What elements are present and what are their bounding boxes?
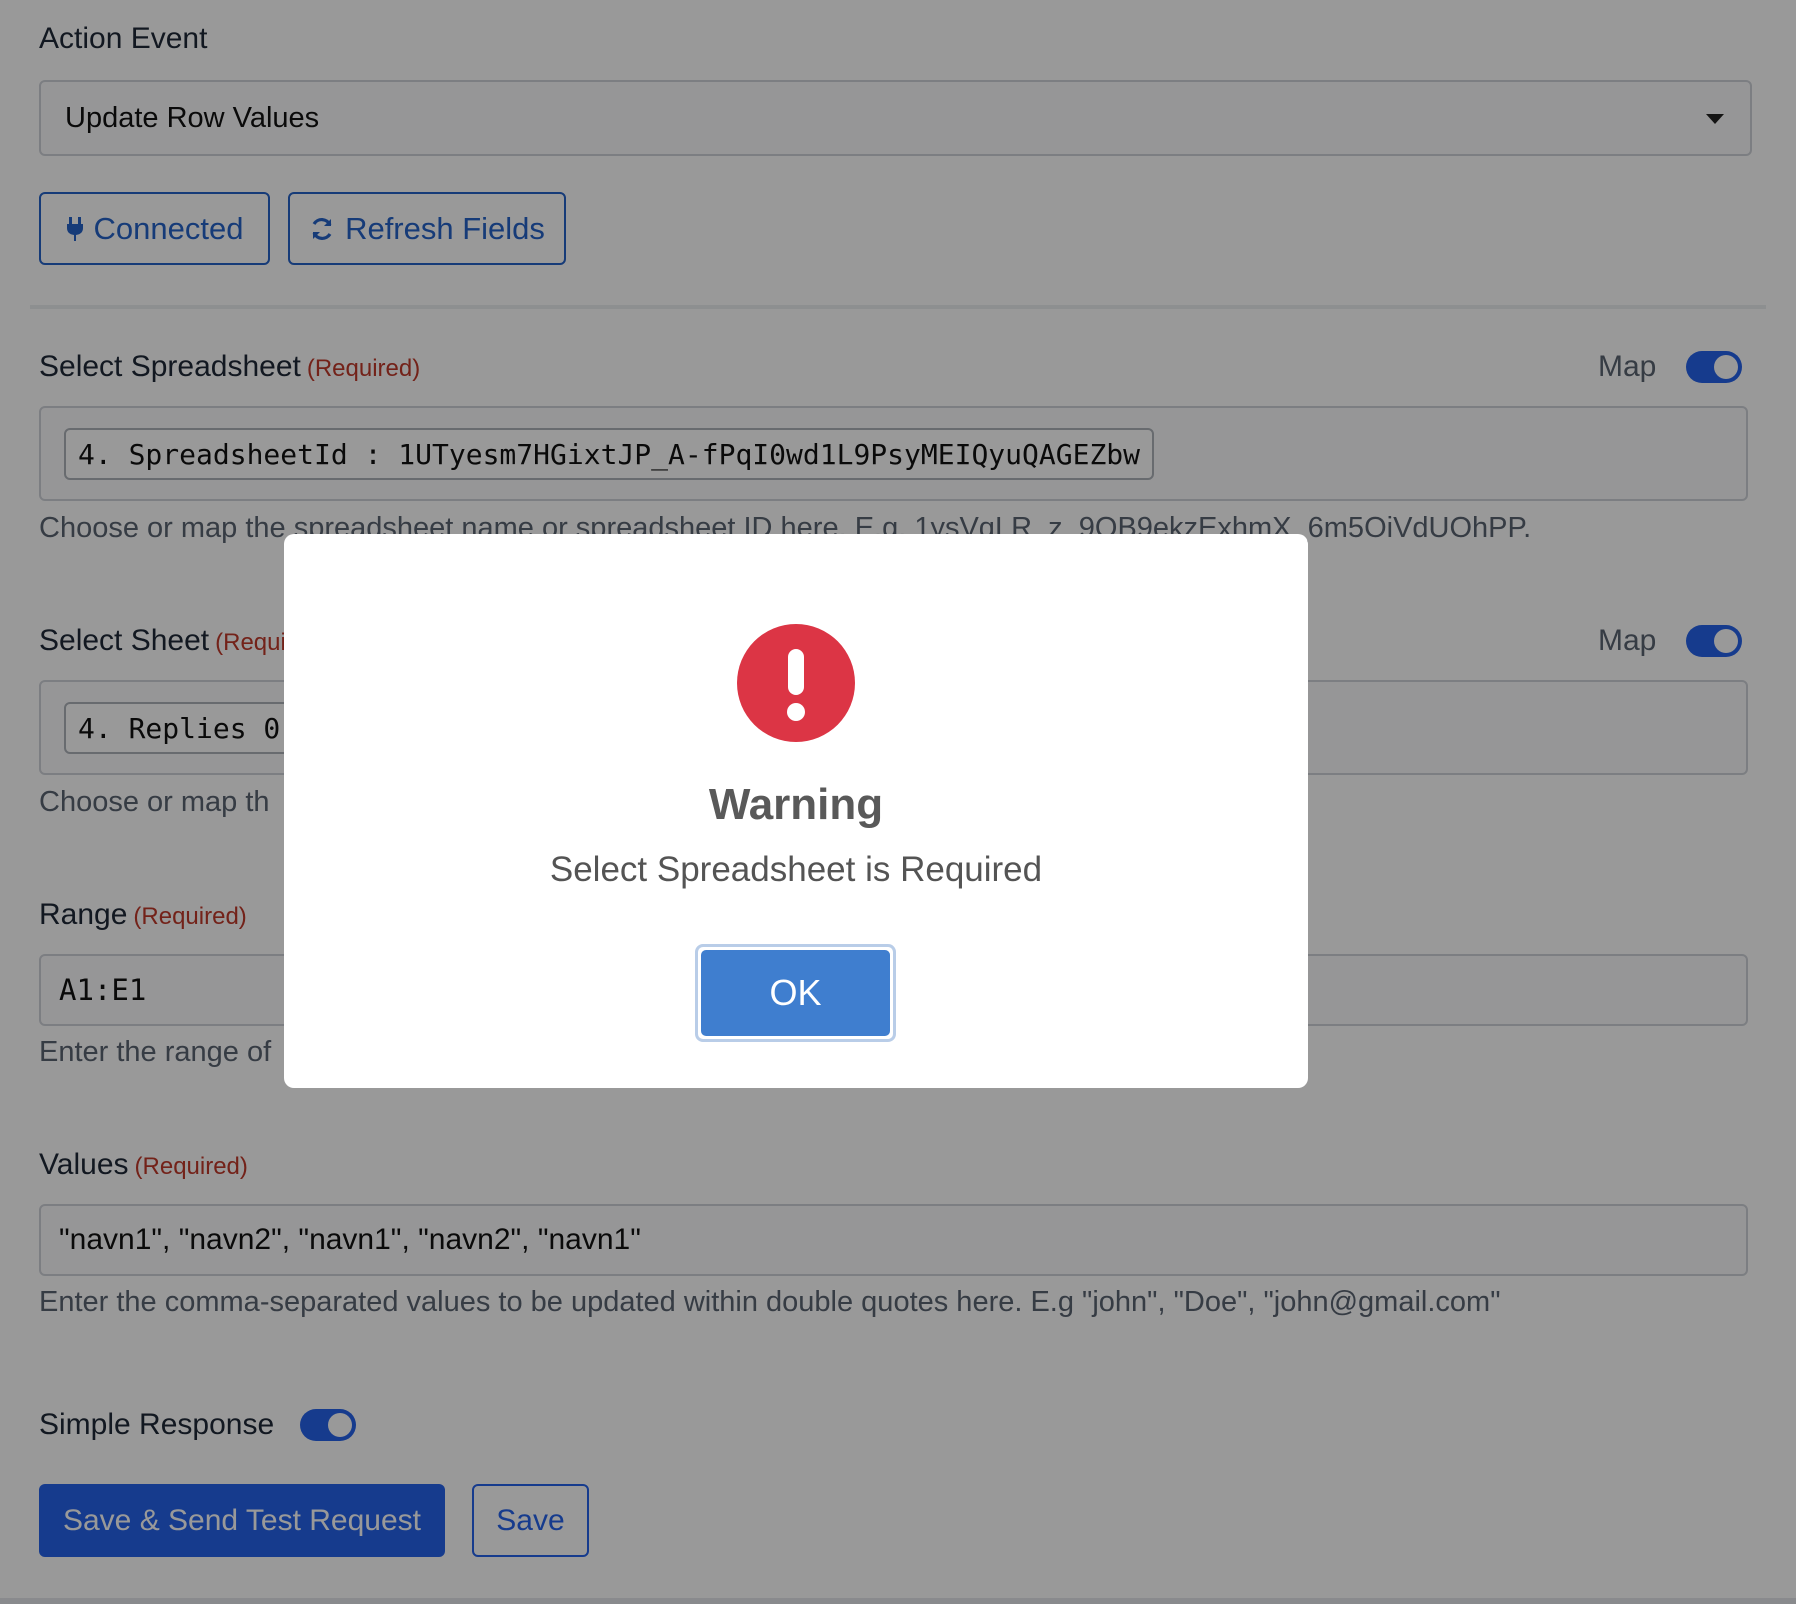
dialog-title: Warning: [708, 780, 884, 829]
ok-button[interactable]: OK: [701, 950, 890, 1036]
warning-dialog: Warning Select Spreadsheet is Required O…: [284, 534, 1308, 1088]
exclamation-dot: [787, 703, 805, 721]
dialog-message: Select Spreadsheet is Required: [549, 850, 1043, 889]
exclamation-bar: [788, 649, 804, 695]
exclamation-icon: [737, 624, 855, 742]
